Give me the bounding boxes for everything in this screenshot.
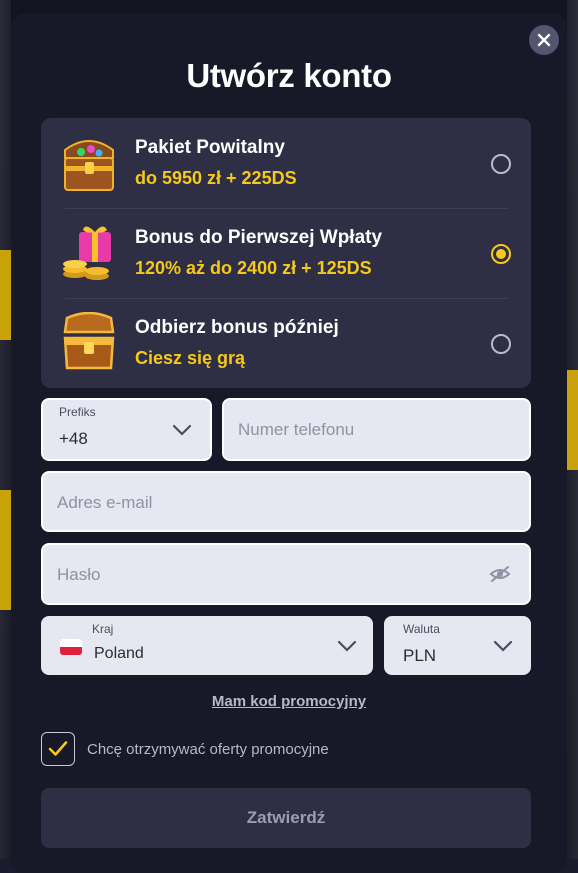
eye-slash-icon[interactable] xyxy=(489,565,511,583)
country-select[interactable]: Kraj Poland xyxy=(41,616,373,675)
bonus-selector: Pakiet Powitalny do 5950 zł + 225DS Bonu… xyxy=(41,118,531,388)
bonus-name: Pakiet Powitalny xyxy=(135,137,285,158)
gift-coins-icon xyxy=(63,226,111,280)
treasure-chest-icon xyxy=(64,140,114,191)
prefix-value: +48 xyxy=(59,429,88,448)
close-icon xyxy=(537,33,551,47)
bonus-option-later[interactable]: Odbierz bonus później Ciesz się grą xyxy=(41,298,531,388)
submit-button-label: Zatwierdź xyxy=(246,808,326,827)
chevron-down-icon xyxy=(337,640,357,652)
bonus-description: Ciesz się grą xyxy=(135,348,246,368)
phone-input[interactable]: Numer telefonu xyxy=(222,398,531,461)
bonus-description: 120% aż do 2400 zł + 125DS xyxy=(135,258,372,278)
bonus-description: do 5950 zł + 225DS xyxy=(135,168,297,188)
bonus-radio-selected[interactable] xyxy=(491,244,511,264)
bonus-name: Odbierz bonus później xyxy=(135,317,339,338)
currency-label: Waluta xyxy=(403,622,440,636)
country-value: Poland xyxy=(94,645,144,662)
register-modal: Utwórz konto Pakiet Powitalny do 5950 zł… xyxy=(11,13,567,873)
checkmark-icon xyxy=(48,741,68,756)
bonus-option-first-deposit[interactable]: Bonus do Pierwszej Wpłaty 120% aż do 240… xyxy=(41,208,531,298)
currency-value: PLN xyxy=(403,646,437,665)
chevron-down-icon xyxy=(493,640,513,652)
bonus-radio[interactable] xyxy=(491,154,511,174)
backdrop-stripe xyxy=(567,370,578,470)
promo-consent-checkbox[interactable] xyxy=(41,732,75,766)
bonus-radio[interactable] xyxy=(491,334,511,354)
backdrop-stripe xyxy=(0,490,11,610)
promo-code-link-text[interactable]: Mam kod promocyjny xyxy=(212,693,366,710)
submit-button[interactable]: Zatwierdź xyxy=(41,788,531,848)
email-input[interactable]: Adres e-mail xyxy=(41,471,531,532)
poland-flag-icon xyxy=(60,639,82,655)
email-placeholder: Adres e-mail xyxy=(57,493,153,512)
bonus-option-welcome-pack[interactable]: Pakiet Powitalny do 5950 zł + 225DS xyxy=(41,118,531,208)
prefix-label: Prefiks xyxy=(59,405,96,419)
backdrop-stripe xyxy=(0,250,11,340)
phone-placeholder: Numer telefonu xyxy=(238,420,355,439)
bonus-name: Bonus do Pierwszej Wpłaty xyxy=(135,227,383,248)
close-button[interactable] xyxy=(529,25,559,55)
promo-code-link[interactable]: Mam kod promocyjny xyxy=(11,693,567,710)
chevron-down-icon xyxy=(172,424,192,436)
modal-title: Utwórz konto xyxy=(186,57,392,94)
currency-select[interactable]: Waluta PLN xyxy=(384,616,531,675)
password-placeholder: Hasło xyxy=(57,565,101,584)
password-input[interactable]: Hasło xyxy=(41,543,531,605)
prefix-select[interactable]: Prefiks +48 xyxy=(41,398,212,461)
country-label: Kraj xyxy=(92,622,114,636)
promo-consent-label: Chcę otrzymywać oferty promocyjne xyxy=(87,741,329,758)
open-chest-icon xyxy=(63,312,115,370)
